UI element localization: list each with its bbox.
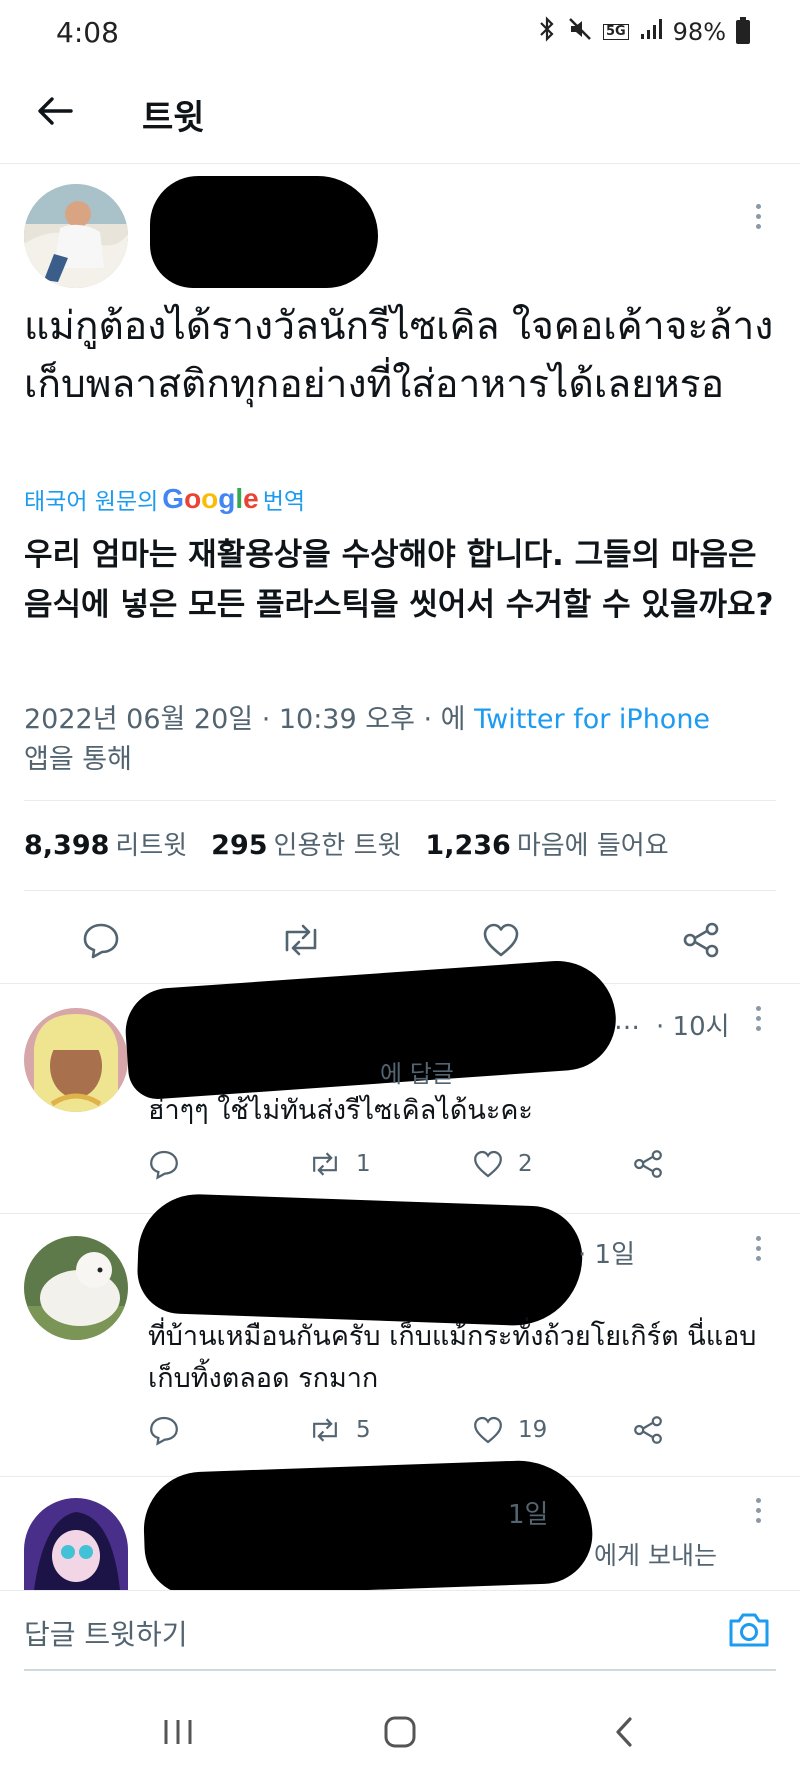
author-avatar[interactable] [24,184,128,288]
reply-avatar[interactable] [24,1236,128,1340]
tweet-text: แม่กูต้องได้รางวัลนักรีไซเคิล ใจคอเค้าจะ… [24,304,774,407]
retweet-icon[interactable] [276,915,326,965]
battery-icon [736,17,750,44]
tweet-source-suffix: 앱을 통해 [24,744,132,775]
reply-author-redacted [122,957,620,1101]
bluetooth-icon [537,16,557,48]
app-bar: 트윗 [0,66,800,164]
reply-reply-button[interactable] [148,1148,180,1180]
reply-author-redacted [136,1192,584,1328]
tweet-source-link[interactable]: Twitter for iPhone [474,704,710,735]
reply-time: 1일 [508,1500,549,1530]
translate-link[interactable]: 태국어 원문의 Google 번역 [24,482,305,516]
system-nav-bar [0,1690,800,1778]
translate-prefix: 태국어 원문의 [24,489,159,515]
status-icons: 5G 98% [537,16,750,48]
home-icon[interactable] [370,1710,430,1754]
compose-underline [24,1669,776,1671]
translate-suffix: 번역 [262,489,306,515]
like-icon[interactable] [476,915,526,965]
reply-retweet-count: 5 [356,1417,371,1443]
reply-compose-input[interactable]: 답글 트윗하기 [24,1613,187,1653]
signal-icon [639,17,663,47]
reply-avatar[interactable] [24,1008,128,1112]
recent-apps-icon[interactable] [148,1710,208,1754]
reply-share-button[interactable] [632,1414,664,1446]
reply-more-icon[interactable] [746,1006,770,1036]
reply-ellipsis: … [614,1006,640,1036]
reply-like-count: 2 [518,1151,533,1177]
reply-text: ที่บ้านเหมือนกันครับ เก็บแม้กระทั่งถ้วยโ… [148,1321,757,1394]
reply-icon[interactable] [76,915,126,965]
tweet-action-bar [0,905,800,975]
reply-actions: 1 2 [148,1148,708,1188]
reply-more-icon[interactable] [746,1498,770,1528]
reply-time: · 1일 [578,1240,635,1270]
reply-time: · 10시 [656,1012,730,1042]
battery-percent: 98% [672,18,726,46]
reply-compose-bar[interactable]: 답글 트윗하기 [0,1590,800,1671]
divider [24,800,776,801]
reply-share-button[interactable] [632,1148,664,1180]
status-bar: 4:08 5G 98% [0,0,800,66]
author-name-redacted [150,176,378,288]
retweet-stat[interactable]: 8,398 리트윗 [24,825,187,862]
tweet-meta: 2022년 06월 20일 · 10:39 오후 · 에 Twitter for… [24,700,784,780]
reply-like-count: 19 [518,1417,548,1443]
reply-to-label: 에 답글 [380,1060,454,1088]
system-back-icon[interactable] [594,1710,654,1754]
back-arrow-icon[interactable] [30,86,80,136]
reply-more-icon[interactable] [746,1236,770,1266]
like-stat[interactable]: 1,236 마음에 들어요 [425,825,668,862]
reply-text: ฮ่าๆๆ ใช้ไม่ทันส่งรีไซเคิลได้นะคะ [148,1095,533,1126]
tweet-stats: 8,398 리트윗 295 인용한 트윗 1,236 마음에 들어요 [24,825,669,862]
page-title: 트윗 [142,98,205,138]
reply-reply-button[interactable] [148,1414,180,1446]
google-logo: Google [162,483,259,514]
status-time: 4:08 [56,16,119,49]
reply-retweet-button[interactable]: 1 [308,1148,371,1180]
reply-like-button[interactable]: 2 [472,1148,533,1180]
share-icon[interactable] [676,915,726,965]
divider [24,890,776,891]
network-5g-icon: 5G [602,24,629,40]
camera-icon[interactable] [726,1607,772,1653]
reply-like-button[interactable]: 19 [472,1414,547,1446]
tweet-more-icon[interactable] [746,204,770,234]
tweet-datetime: 2022년 06월 20일 · 10:39 오후 · 에 [24,704,466,735]
mute-icon [567,16,593,48]
reply-to-label: 에게 보내는 [594,1541,717,1570]
reply-retweet-button[interactable]: 5 [308,1414,371,1446]
translated-text: 우리 엄마는 재활용상을 수상해야 합니다. 그들의 마음은 음식에 넣은 모든… [24,537,774,623]
reply-retweet-count: 1 [356,1151,371,1177]
quote-stat[interactable]: 295 인용한 트윗 [211,825,401,862]
reply-avatar[interactable] [24,1498,128,1590]
reply-actions: 5 19 [148,1414,708,1454]
